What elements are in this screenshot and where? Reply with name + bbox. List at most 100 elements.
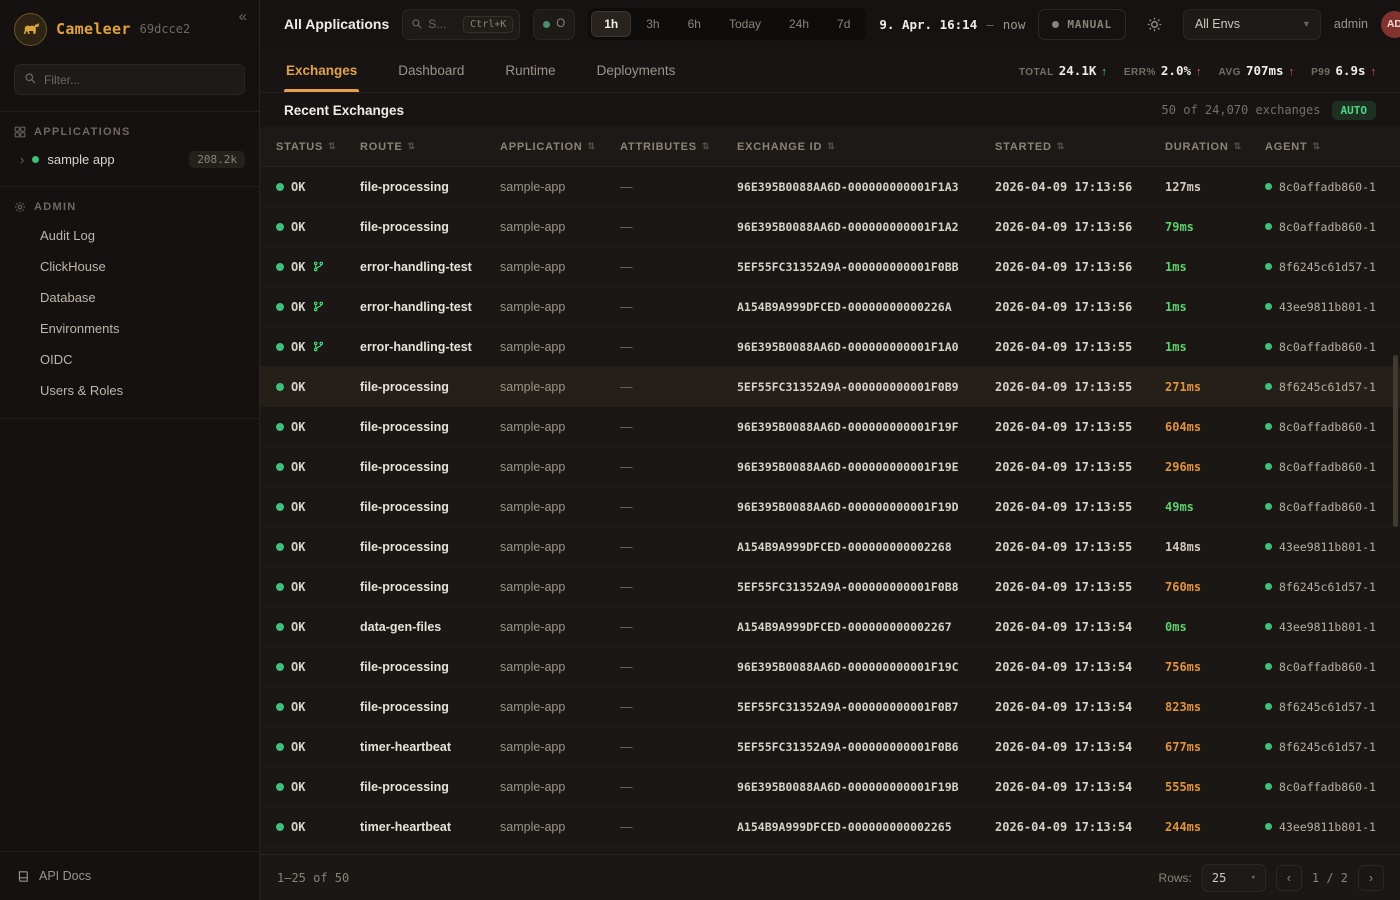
column-header-duration[interactable]: DURATION ⇅ [1165, 141, 1265, 153]
tab-exchanges[interactable]: Exchanges [284, 48, 359, 92]
avatar[interactable]: AD [1381, 11, 1400, 38]
agent-cell: 8c0affadb860-1 [1265, 420, 1388, 434]
status-dot-icon [276, 223, 284, 231]
status-dot-icon [276, 703, 284, 711]
attributes-cell: — [620, 420, 737, 434]
sidebar-item-api-docs[interactable]: API Docs [0, 851, 259, 900]
column-header-route[interactable]: ROUTE⇅ [360, 141, 500, 153]
sidebar-item-users-roles[interactable]: Users & Roles [0, 375, 259, 406]
agent-dot-icon [1265, 783, 1272, 790]
table-row[interactable]: OKfile-processingsample-app—96E395B0088A… [260, 167, 1400, 207]
sidebar-spacer [0, 418, 259, 851]
sidebar-item-clickhouse[interactable]: ClickHouse [0, 251, 259, 282]
attributes-cell: — [620, 340, 737, 354]
global-search[interactable]: Ctrl+K [402, 9, 520, 40]
status-dot-icon [276, 423, 284, 431]
attributes-cell: — [620, 740, 737, 754]
column-header-agent[interactable]: AGENT⇅ [1265, 141, 1388, 153]
exchange-count-summary: 50 of 24,070 exchanges [1162, 103, 1321, 117]
filter-input[interactable] [14, 64, 245, 95]
application-cell: sample-app [500, 740, 620, 754]
tab-runtime[interactable]: Runtime [503, 48, 557, 92]
agent-dot-icon [1265, 423, 1272, 430]
column-header-started[interactable]: STARTED⇅ [995, 141, 1165, 153]
table-row[interactable]: OKfile-processingsample-app—96E395B0088A… [260, 447, 1400, 487]
status-cell: OK [276, 700, 360, 714]
time-range-24h[interactable]: 24h [776, 11, 822, 37]
sidebar-item-database[interactable]: Database [0, 282, 259, 313]
time-range-today[interactable]: Today [716, 11, 774, 37]
env-select[interactable]: All Envs ▾ [1183, 9, 1321, 40]
status-cell: OK [276, 460, 360, 474]
exchange-id-cell: 96E395B0088AA6D-000000000001F19C [737, 660, 995, 674]
search-input[interactable] [428, 17, 452, 31]
table-row[interactable]: OKfile-processingsample-app—5EF55FC31352… [260, 567, 1400, 607]
table-row[interactable]: OKerror-handling-testsample-app—5EF55FC3… [260, 247, 1400, 287]
sidebar: Cameleer 69dcce2 « APPLICATIONS › sample… [0, 0, 260, 900]
agent-cell: 8c0affadb860-1 [1265, 340, 1388, 354]
status-dot-icon [276, 303, 284, 311]
trend-up-icon: ↑ [1101, 66, 1107, 78]
duration-cell: 1ms [1165, 340, 1265, 354]
table-row[interactable]: OKtimer-heartbeatsample-app—5EF55FC31352… [260, 727, 1400, 767]
column-header-exchange-id[interactable]: EXCHANGE ID⇅ [737, 141, 995, 153]
table-row[interactable]: OKtimer-heartbeatsample-app—A154B9A999DF… [260, 807, 1400, 847]
theme-toggle-button[interactable] [1139, 9, 1170, 40]
route-cell: file-processing [360, 460, 500, 474]
date-separator: — [986, 17, 994, 32]
started-cell: 2026-04-09 17:13:55 [995, 420, 1165, 434]
errors-only-toggle[interactable]: O [533, 9, 575, 40]
duration-cell: 127ms [1165, 180, 1265, 194]
rows-per-page-select[interactable]: 25 ▾ [1202, 864, 1266, 892]
sidebar-collapse-icon[interactable]: « [239, 8, 247, 25]
agent-cell: 8c0affadb860-1 [1265, 180, 1388, 194]
route-cell: file-processing [360, 220, 500, 234]
scrollbar-thumb[interactable] [1393, 355, 1398, 527]
time-range-1h[interactable]: 1h [591, 11, 631, 37]
sidebar-item-environments[interactable]: Environments [0, 313, 259, 344]
date-from: 9. Apr. 16:14 [879, 17, 977, 32]
route-cell: error-handling-test [360, 300, 500, 314]
auto-refresh-badge[interactable]: AUTO [1332, 101, 1377, 120]
date-range-display[interactable]: 9. Apr. 16:14 — now [879, 17, 1025, 32]
table-row[interactable]: OKerror-handling-testsample-app—A154B9A9… [260, 287, 1400, 327]
table-row[interactable]: OKfile-processingsample-app—96E395B0088A… [260, 207, 1400, 247]
column-header-status[interactable]: STATUS⇅ [276, 141, 360, 153]
column-header-application[interactable]: APPLICATION⇅ [500, 141, 620, 153]
sidebar-item-oidc[interactable]: OIDC [0, 344, 259, 375]
manual-refresh-button[interactable]: MANUAL [1038, 9, 1126, 40]
table-row[interactable]: OKfile-processingsample-app—96E395B0088A… [260, 407, 1400, 447]
table-row[interactable]: OKfile-processingsample-app—96E395B0088A… [260, 647, 1400, 687]
sidebar-item-sample-app[interactable]: › sample app 208.2k [0, 145, 259, 174]
sort-icon: ⇅ [588, 141, 596, 152]
table-row[interactable]: OKdata-gen-filessample-app—A154B9A999DFC… [260, 607, 1400, 647]
search-icon [411, 18, 423, 30]
sidebar-item-audit-log[interactable]: Audit Log [0, 220, 259, 251]
table-row[interactable]: OKfile-processingsample-app—96E395B0088A… [260, 487, 1400, 527]
agent-cell: 8f6245c61d57-1 [1265, 380, 1388, 394]
agent-id: 8c0affadb860-1 [1279, 340, 1376, 354]
time-range-3h[interactable]: 3h [633, 11, 672, 37]
table-row[interactable]: OKfile-processingsample-app—5EF55FC31352… [260, 687, 1400, 727]
table-row[interactable]: OKfile-processingsample-app—A154B9A999DF… [260, 527, 1400, 567]
prev-page-button[interactable]: ‹ [1276, 865, 1302, 891]
exchange-id-cell: 96E395B0088AA6D-000000000001F19F [737, 420, 995, 434]
agent-dot-icon [1265, 183, 1272, 190]
table-row[interactable]: OKerror-handling-testsample-app—96E395B0… [260, 327, 1400, 367]
tab-deployments[interactable]: Deployments [595, 48, 678, 92]
sort-icon: ⇅ [827, 141, 835, 152]
time-range-7d[interactable]: 7d [824, 11, 863, 37]
next-page-button[interactable]: › [1358, 865, 1384, 891]
tab-dashboard[interactable]: Dashboard [396, 48, 466, 92]
column-header-attributes[interactable]: ATTRIBUTES⇅ [620, 141, 737, 153]
errors-only-label: O [556, 18, 565, 30]
status-cell: OK [276, 740, 360, 754]
applications-section: APPLICATIONS › sample app 208.2k [0, 111, 259, 186]
table-row[interactable]: OKfile-processingsample-app—5EF55FC31352… [260, 367, 1400, 407]
column-label: DURATION [1165, 141, 1229, 153]
sort-icon: ⇅ [1234, 141, 1242, 152]
time-range-6h[interactable]: 6h [675, 11, 714, 37]
table-row[interactable]: OKfile-processingsample-app—96E395B0088A… [260, 767, 1400, 807]
status-cell: OK [276, 580, 360, 594]
pagination-footer: 1–25 of 50 Rows: 25 ▾ ‹ 1 / 2 › [260, 854, 1400, 900]
